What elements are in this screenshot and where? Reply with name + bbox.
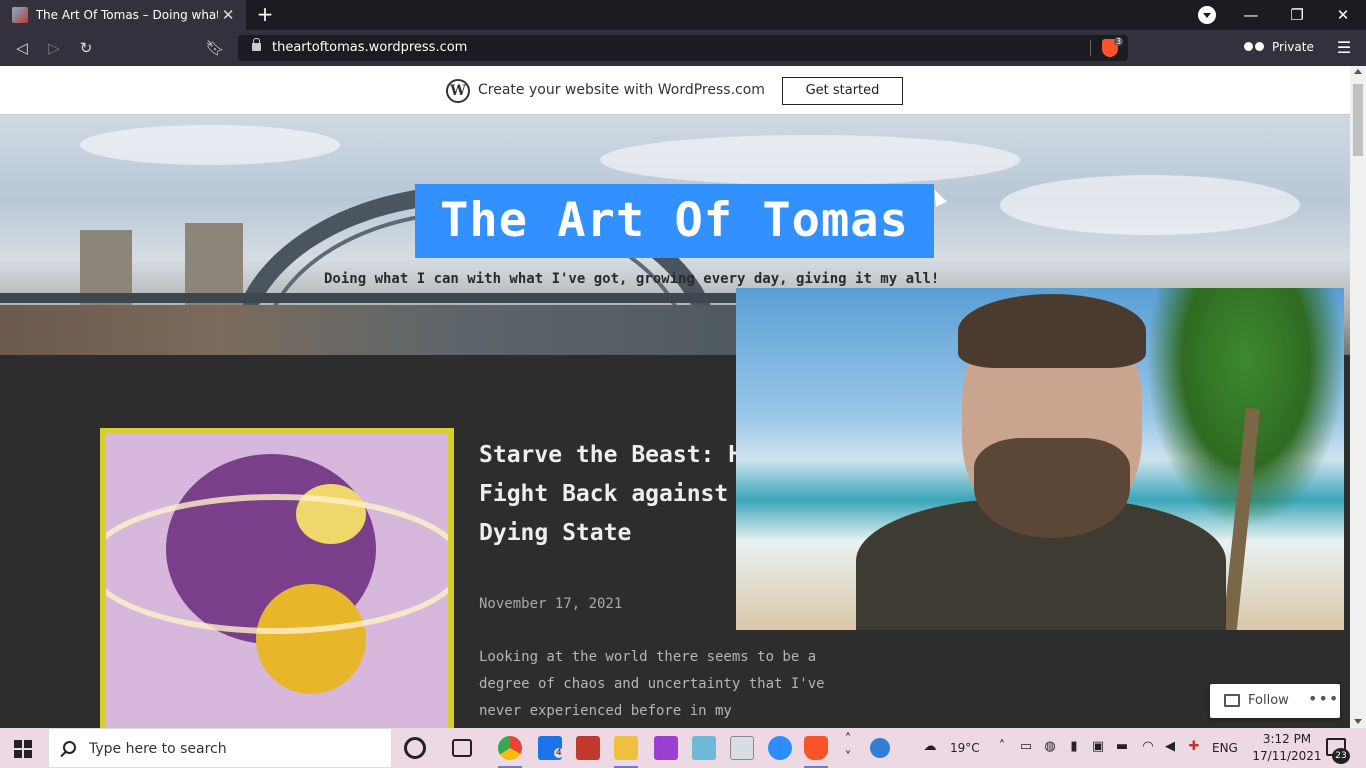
forward-button[interactable]: ▷ (43, 37, 65, 59)
file-explorer-icon[interactable] (614, 736, 638, 760)
site-title[interactable]: The Art Of Tomas (415, 184, 934, 258)
volume-icon[interactable]: ◀ (1162, 739, 1178, 755)
show-hidden-icons-icon[interactable]: ˄ (994, 739, 1010, 755)
help-icon[interactable] (870, 738, 890, 758)
scroll-up-icon[interactable]: ˄ (840, 732, 856, 748)
back-button[interactable]: ◁ (11, 37, 33, 59)
meet-now-icon[interactable]: ▭ (1018, 739, 1034, 755)
restore-button[interactable]: ❐ (1286, 4, 1308, 26)
get-started-button[interactable]: Get started (782, 77, 903, 105)
task-view-icon[interactable] (452, 739, 472, 757)
person-beard (974, 438, 1130, 538)
weather-temperature[interactable]: 19°C (950, 741, 980, 755)
search-icon (63, 741, 76, 754)
browser-tab-bar: The Art Of Tomas – Doing what I can ✕ + … (0, 0, 1366, 30)
url-text: theartoftomas.wordpress.com (272, 40, 468, 55)
post-date[interactable]: November 17, 2021 (479, 596, 622, 612)
tab-close-icon[interactable]: ✕ (218, 6, 238, 24)
app-icon[interactable] (692, 736, 716, 760)
private-label: Private (1272, 40, 1314, 54)
app-icon[interactable] (654, 736, 678, 760)
windows-start-icon[interactable] (14, 740, 32, 758)
site-tagline: Doing what I can with what I've got, gro… (324, 271, 940, 287)
person-hair (958, 294, 1146, 368)
page-scrollbar[interactable] (1350, 66, 1366, 728)
search-placeholder: Type here to search (89, 741, 227, 757)
minimize-button[interactable]: — (1240, 4, 1262, 26)
clock-time[interactable]: 3:12 PM (1256, 732, 1318, 746)
taskbar-search-input[interactable]: Type here to search (48, 728, 392, 768)
city-foreground (0, 305, 740, 355)
address-bar[interactable]: theartoftomas.wordpress.com 3 (238, 35, 1128, 61)
input-language[interactable]: ENG (1212, 741, 1238, 755)
bookmark-icon[interactable]: 🔖︎ (204, 37, 226, 59)
wordpress-logo-icon[interactable]: W (446, 79, 470, 103)
shield-count-badge: 3 (1114, 37, 1124, 46)
scroll-thumb[interactable] (1353, 84, 1363, 156)
screen-capture-icon[interactable]: ▣ (1090, 739, 1106, 755)
more-options-icon[interactable]: ••• (1308, 689, 1339, 708)
microphone-icon[interactable]: ▮ (1066, 739, 1082, 755)
mail-badge: 4 (554, 748, 564, 758)
active-tab[interactable]: The Art Of Tomas – Doing what I can ✕ (0, 0, 246, 30)
chrome-icon[interactable] (498, 736, 522, 760)
wordpress-banner: W Create your website with WordPress.com… (0, 66, 1350, 115)
weather-icon[interactable]: ☁ (922, 739, 938, 755)
private-mode-icon (1244, 42, 1266, 52)
webcam-overlay (736, 288, 1344, 630)
bridge-deck (0, 293, 740, 303)
windows-taskbar: Type here to search 4 ˄ ˅ ☁ 19°C ˄ ▭ ◍ ▮… (0, 728, 1366, 768)
clock-date[interactable]: 17/11/2021 (1250, 749, 1324, 763)
zoom-icon[interactable] (768, 736, 792, 760)
cortana-icon[interactable] (404, 737, 426, 759)
wordpress-banner-text[interactable]: Create your website with WordPress.com (478, 82, 765, 98)
scroll-down-icon[interactable]: ˅ (840, 750, 856, 766)
cloud-decoration (1000, 175, 1300, 235)
brave-icon[interactable] (804, 736, 828, 760)
divider (1090, 40, 1091, 56)
tab-search-icon[interactable] (1198, 6, 1216, 24)
new-tab-button[interactable]: + (254, 4, 276, 26)
wifi-icon[interactable]: ◠ (1140, 739, 1156, 755)
swirl-shape (106, 494, 448, 634)
post-featured-image[interactable] (100, 428, 454, 728)
lock-icon[interactable] (252, 38, 261, 51)
scroll-up-icon[interactable] (1354, 69, 1362, 74)
web-page: W Create your website with WordPress.com… (0, 66, 1350, 728)
battery-icon[interactable]: ▬ (1114, 739, 1130, 755)
network-globe-icon[interactable]: ◍ (1042, 739, 1058, 755)
cloud-decoration (80, 125, 340, 165)
store-icon[interactable] (576, 736, 600, 760)
cloud-decoration (600, 135, 1020, 185)
follow-label: Follow (1248, 693, 1289, 708)
follow-button[interactable]: Follow ••• (1210, 684, 1340, 718)
notification-count-badge: 23 (1332, 748, 1350, 764)
menu-icon[interactable]: ☰ (1334, 38, 1354, 58)
notepad-icon[interactable] (730, 736, 754, 760)
site-favicon-icon (12, 7, 28, 23)
browser-toolbar: ◁ ▷ ↻ 🔖︎ theartoftomas.wordpress.com 3 P… (0, 30, 1366, 66)
reload-button[interactable]: ↻ (75, 37, 97, 59)
close-window-button[interactable]: ✕ (1332, 4, 1354, 26)
app-tray-icon[interactable]: ✚ (1186, 739, 1202, 755)
post-excerpt: Looking at the world there seems to be a… (479, 649, 825, 719)
tab-title: The Art Of Tomas – Doing what I can (35, 8, 219, 22)
follow-icon (1224, 694, 1240, 707)
scroll-down-icon[interactable] (1354, 719, 1362, 724)
